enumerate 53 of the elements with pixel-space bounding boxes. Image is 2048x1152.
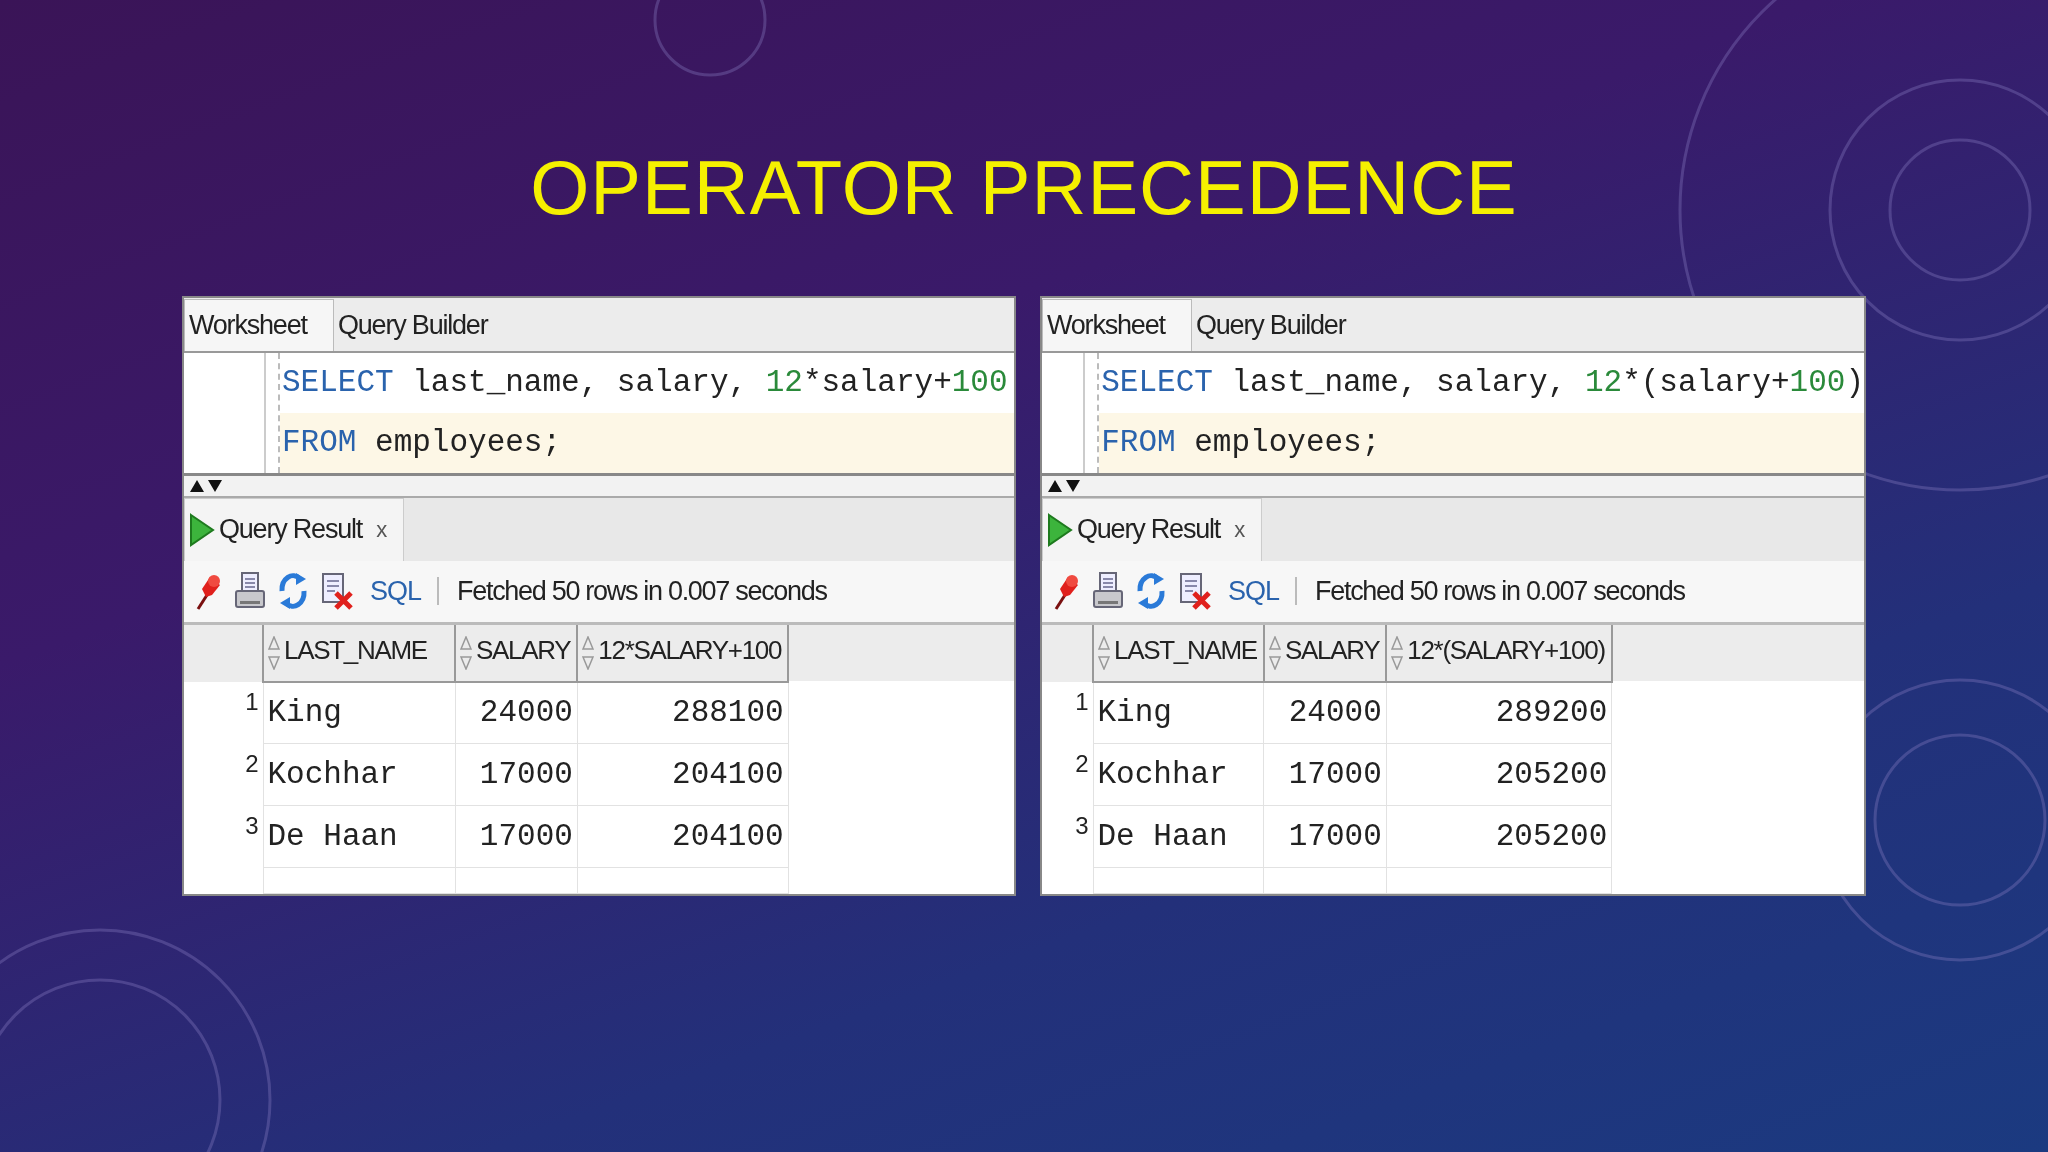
status-text: Fetched 50 rows in 0.007 seconds xyxy=(1315,575,1685,607)
run-icon xyxy=(1047,512,1073,547)
close-button[interactable]: x xyxy=(1234,516,1246,543)
tab[interactable]: Worksheet xyxy=(184,298,334,351)
row-number: 3 xyxy=(184,805,263,868)
splitter-arrows-icon[interactable] xyxy=(188,477,224,494)
table-cell: 204100 xyxy=(577,743,789,806)
slide-title: OPERATOR PRECEDENCE xyxy=(530,150,1518,226)
row-number: 3 xyxy=(1042,805,1093,868)
column-header[interactable]: 12*SALARY+100 xyxy=(577,624,789,682)
splitter-arrows-icon[interactable] xyxy=(1046,477,1082,494)
query-result-tab[interactable]: Query Result x xyxy=(184,497,405,561)
code-line: SELECT last_name, salary, 12*salary+100 xyxy=(281,364,1009,403)
tab[interactable]: Worksheet xyxy=(1042,298,1192,351)
row-number: 1 xyxy=(1042,681,1093,744)
column-header[interactable]: LAST_NAME xyxy=(263,624,455,682)
row-number: 1 xyxy=(184,681,263,744)
table-cell: Kochhar xyxy=(1093,743,1264,806)
table-cell: 205200 xyxy=(1386,805,1612,868)
query-result-tab[interactable]: Query Result x xyxy=(1042,497,1263,561)
tab[interactable]: Query Builder xyxy=(1192,298,1368,351)
tab[interactable]: Query Builder xyxy=(334,298,510,351)
column-header[interactable]: SALARY xyxy=(455,624,578,682)
table-cell: 204100 xyxy=(577,805,789,868)
column-header[interactable]: LAST_NAME xyxy=(1093,624,1264,682)
table-cell: 289200 xyxy=(1386,681,1612,744)
table-cell: De Haan xyxy=(1093,805,1264,868)
sql-button[interactable]: SQL xyxy=(1222,575,1286,607)
table-cell: 17000 xyxy=(1263,805,1387,868)
status-text: Fetched 50 rows in 0.007 seconds xyxy=(457,575,827,607)
row-number: 2 xyxy=(1042,743,1093,806)
delete-icon[interactable] xyxy=(1178,571,1212,611)
table-cell: De Haan xyxy=(263,805,455,868)
delete-icon[interactable] xyxy=(320,571,354,611)
close-button[interactable]: x xyxy=(376,516,388,543)
table-cell: 24000 xyxy=(455,681,578,744)
table-cell: Kochhar xyxy=(263,743,455,806)
column-header[interactable]: SALARY xyxy=(1263,624,1387,682)
table-cell: King xyxy=(1093,681,1264,744)
table-cell: King xyxy=(263,681,455,744)
table-cell: 24000 xyxy=(1263,681,1387,744)
table-cell: 288100 xyxy=(577,681,789,744)
table-cell: 17000 xyxy=(1263,743,1387,806)
sql-button[interactable]: SQL xyxy=(364,575,428,607)
printer-icon[interactable] xyxy=(234,571,266,611)
table-cell: 205200 xyxy=(1386,743,1612,806)
table-cell: 17000 xyxy=(455,805,578,868)
table-cell: 17000 xyxy=(455,743,578,806)
row-number: 2 xyxy=(184,743,263,806)
code-line: SELECT last_name, salary, 12*(salary+100) xyxy=(1100,364,1864,403)
column-header[interactable]: 12*(SALARY+100) xyxy=(1386,624,1612,682)
printer-icon[interactable] xyxy=(1092,571,1124,611)
run-icon xyxy=(189,512,215,547)
